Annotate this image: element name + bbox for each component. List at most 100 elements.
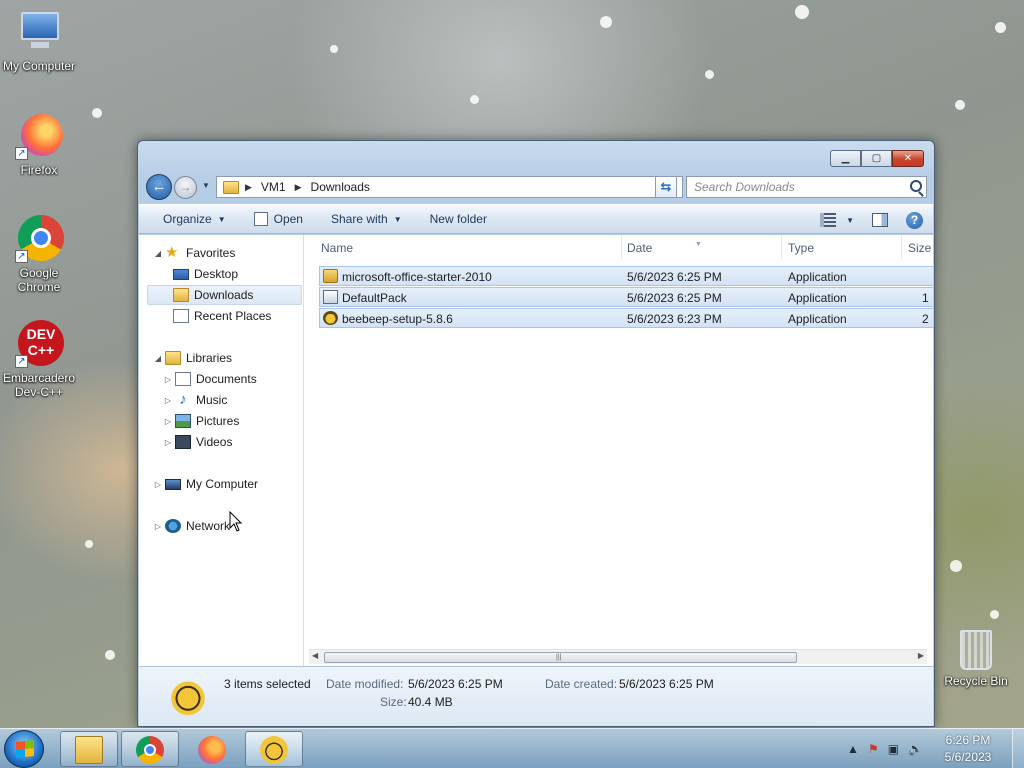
nav-videos[interactable]: ▷ Videos xyxy=(163,432,232,452)
nav-my-computer[interactable]: ▷ My Computer xyxy=(153,474,258,494)
collapse-arrow-icon[interactable]: ◢ xyxy=(153,249,163,258)
column-divider[interactable] xyxy=(781,235,782,259)
desktop-icon-label: Google Chrome xyxy=(17,266,61,294)
nav-label: Pictures xyxy=(196,414,240,428)
change-view-icon[interactable] xyxy=(820,213,837,227)
refresh-button[interactable]: ⇆ xyxy=(655,176,677,198)
desktop-icon-my-computer[interactable]: My Computer xyxy=(0,8,78,73)
taskbar-firefox-button[interactable] xyxy=(183,731,241,767)
forward-button[interactable]: → xyxy=(174,176,197,199)
videos-icon xyxy=(175,435,191,449)
chrome-icon: ↗ xyxy=(15,215,64,263)
clock[interactable]: 6:26 PM 5/6/2023 xyxy=(932,732,1004,766)
collapse-arrow-icon[interactable]: ◢ xyxy=(153,354,163,363)
file-list[interactable]: Name ▼ Date Type Size microsoft-office-s… xyxy=(305,235,933,666)
file-size: 2 xyxy=(922,312,929,326)
caption-buttons: ▁ ▢ ✕ xyxy=(830,150,924,167)
recycle-bin-icon xyxy=(960,630,992,670)
file-row[interactable]: beebeep-setup-5.8.6 5/6/2023 6:23 PM App… xyxy=(319,308,933,328)
back-button[interactable]: ← xyxy=(146,174,172,200)
taskbar-explorer-button[interactable] xyxy=(60,731,118,767)
bee-thumbnail-icon xyxy=(165,673,211,719)
nav-network[interactable]: ▷ Network xyxy=(153,516,230,536)
chevron-down-icon: ▼ xyxy=(393,214,402,224)
file-row[interactable]: DefaultPack 5/6/2023 6:25 PM Application… xyxy=(319,287,933,307)
column-divider[interactable] xyxy=(901,235,902,259)
recent-pages-dropdown[interactable]: ▼ xyxy=(202,181,210,190)
explorer-window[interactable]: ▁ ▢ ✕ ← → ▼ ▶ VM1 ▶ Downloads ▼ ⇆ Search… xyxy=(137,140,935,727)
desktop-icon-google-chrome[interactable]: ↗ Google Chrome xyxy=(0,215,78,294)
nav-favorites[interactable]: ◢ ★ Favorites xyxy=(153,243,235,263)
share-with-button[interactable]: Share with ▼ xyxy=(317,204,416,234)
taskbar-chrome-button[interactable] xyxy=(121,731,179,767)
column-header-date[interactable]: Date xyxy=(627,241,652,255)
chrome-icon xyxy=(136,736,164,764)
breadcrumb-chevron-icon[interactable]: ▶ xyxy=(245,182,252,193)
expand-arrow-icon[interactable]: ▷ xyxy=(163,375,173,384)
taskbar-beebeep-button[interactable] xyxy=(245,731,303,767)
expand-arrow-icon[interactable]: ▷ xyxy=(163,417,173,426)
column-header-name[interactable]: Name xyxy=(321,241,353,255)
shortcut-arrow-icon: ↗ xyxy=(15,250,28,263)
desktop-icon-label: My Computer xyxy=(2,59,76,73)
breadcrumb-chevron-icon[interactable]: ▶ xyxy=(295,182,302,193)
address-bar[interactable]: ▶ VM1 ▶ Downloads ▼ xyxy=(216,176,683,198)
open-label: Open xyxy=(273,212,303,226)
help-icon[interactable]: ? xyxy=(906,211,923,229)
start-button[interactable] xyxy=(4,730,44,768)
expand-arrow-icon[interactable]: ▷ xyxy=(153,480,163,489)
column-header-type[interactable]: Type xyxy=(788,241,814,255)
new-folder-button[interactable]: New folder xyxy=(416,204,501,234)
search-icon[interactable] xyxy=(910,180,922,192)
show-hidden-icons-button[interactable]: ▲ xyxy=(847,742,859,756)
pictures-icon xyxy=(175,414,191,428)
volume-icon[interactable]: 🔈 xyxy=(908,742,923,756)
horizontal-scrollbar[interactable]: ◀ ||| ▶ xyxy=(309,649,927,664)
desktop-icon-firefox[interactable]: ↗ Firefox xyxy=(0,112,78,177)
column-divider[interactable] xyxy=(621,235,622,259)
nav-desktop[interactable]: Desktop xyxy=(173,264,238,284)
scroll-right-arrow-icon[interactable]: ▶ xyxy=(918,651,924,660)
nav-documents[interactable]: ▷ Documents xyxy=(163,369,257,389)
scroll-left-arrow-icon[interactable]: ◀ xyxy=(312,651,318,660)
setup-icon xyxy=(323,269,338,283)
network-icon xyxy=(165,519,181,533)
nav-recent-places[interactable]: Recent Places xyxy=(173,306,271,326)
action-center-icon[interactable]: ⚑ xyxy=(868,742,879,756)
minimize-button[interactable]: ▁ xyxy=(830,150,861,167)
desktop-icon-dev-cpp[interactable]: DEV C++ ↗ Embarcadero Dev-C++ xyxy=(0,320,78,399)
file-row[interactable]: microsoft-office-starter-2010 5/6/2023 6… xyxy=(319,266,933,286)
organize-button[interactable]: Organize ▼ xyxy=(149,204,240,234)
column-header-size[interactable]: Size xyxy=(908,241,931,255)
desktop-icon-recycle-bin[interactable]: Recycle Bin xyxy=(942,630,1010,688)
close-button[interactable]: ✕ xyxy=(892,150,924,167)
more-views-dropdown[interactable]: ▼ xyxy=(846,216,854,225)
breadcrumb-downloads[interactable]: Downloads xyxy=(311,180,370,194)
size-value: 40.4 MB xyxy=(408,695,453,709)
nav-music[interactable]: ▷ ♪ Music xyxy=(163,390,227,410)
network-tray-icon[interactable]: ▣ xyxy=(888,742,899,756)
preview-pane-icon[interactable] xyxy=(872,213,888,227)
libraries-icon xyxy=(165,351,181,365)
expand-arrow-icon[interactable]: ▷ xyxy=(153,522,163,531)
breadcrumb-vm1[interactable]: VM1 xyxy=(261,180,286,194)
file-type: Application xyxy=(788,291,847,305)
show-desktop-button[interactable] xyxy=(1012,729,1024,768)
beebeep-icon xyxy=(260,736,288,764)
file-name: microsoft-office-starter-2010 xyxy=(342,270,492,284)
expand-arrow-icon[interactable]: ▷ xyxy=(163,438,173,447)
nav-downloads[interactable]: Downloads xyxy=(147,285,302,305)
downloads-folder-icon xyxy=(173,288,189,302)
nav-label: My Computer xyxy=(186,477,259,491)
nav-libraries[interactable]: ◢ Libraries xyxy=(153,348,232,368)
nav-pictures[interactable]: ▷ Pictures xyxy=(163,411,239,431)
explorer-icon xyxy=(75,736,103,764)
nav-label: Network xyxy=(186,519,231,533)
expand-arrow-icon[interactable]: ▷ xyxy=(163,396,173,405)
search-box[interactable]: Search Downloads xyxy=(686,176,927,198)
size-label: Size: xyxy=(380,695,407,709)
maximize-button[interactable]: ▢ xyxy=(861,150,892,167)
open-button[interactable]: Open xyxy=(240,204,317,234)
scrollbar-thumb[interactable]: ||| xyxy=(324,652,797,663)
shortcut-arrow-icon: ↗ xyxy=(15,355,28,368)
